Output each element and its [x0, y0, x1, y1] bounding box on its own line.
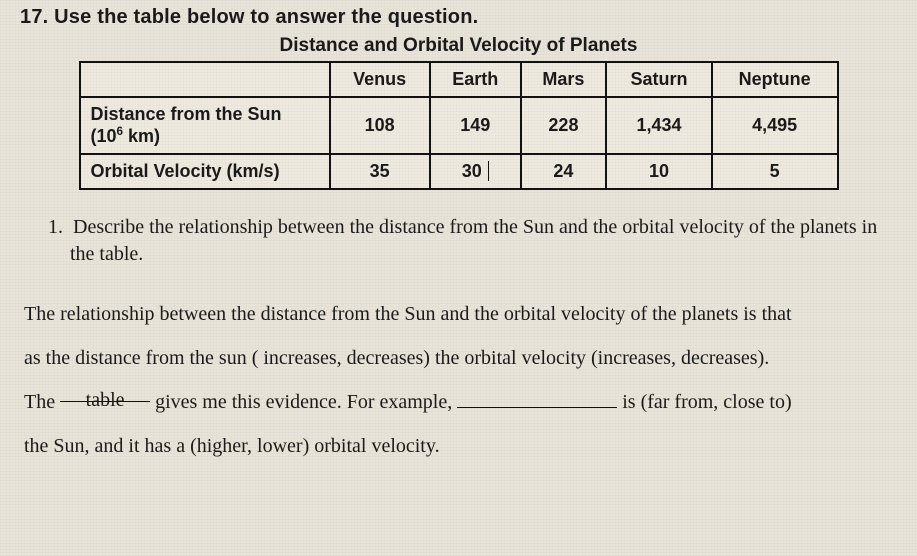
- blank-evidence-source[interactable]: table: [60, 380, 150, 402]
- data-table: Venus Earth Mars Saturn Neptune Distance…: [79, 61, 839, 190]
- fill-line-4: the Sun, and it has a (higher, lower) or…: [24, 424, 893, 468]
- text-cursor-icon: [488, 161, 489, 181]
- table-cell: 149: [430, 97, 521, 154]
- table-cell: 228: [521, 97, 607, 154]
- fill-line-3: The table gives me this evidence. For ex…: [24, 380, 893, 424]
- col-header: Venus: [330, 62, 430, 97]
- col-header: Neptune: [712, 62, 838, 97]
- blank-example-planet[interactable]: [457, 386, 617, 408]
- table-cell: 1,434: [606, 97, 712, 154]
- table-cell: 35: [330, 154, 430, 189]
- cell-value: 30: [462, 161, 482, 181]
- table-cell-with-cursor[interactable]: 30: [430, 154, 521, 189]
- fill-line-3-mid: gives me this evidence. For example,: [150, 391, 457, 413]
- sub-question-text: Describe the relationship between the di…: [70, 216, 877, 265]
- col-header: Earth: [430, 62, 521, 97]
- col-header: Mars: [521, 62, 607, 97]
- table-cell: 5: [712, 154, 838, 189]
- fill-line-3-pre: The: [24, 391, 60, 413]
- fill-line-3-post: is (far from, close to): [617, 391, 791, 413]
- sub-question-number: 1.: [48, 216, 63, 238]
- question-heading: 17. Use the table below to answer the qu…: [20, 6, 897, 29]
- table-header-row: Venus Earth Mars Saturn Neptune: [80, 62, 838, 97]
- fill-line-2: as the distance from the sun ( increases…: [24, 336, 893, 380]
- row-label-text: Distance from the Sun(106 km): [91, 104, 282, 146]
- table-row: Orbital Velocity (km/s) 35 30 24 10 5: [80, 154, 838, 189]
- sub-question: 1. Describe the relationship between the …: [48, 214, 887, 268]
- table-cell: 10: [606, 154, 712, 189]
- table-cell: 4,495: [712, 97, 838, 154]
- col-header: Saturn: [606, 62, 712, 97]
- row-label-distance: Distance from the Sun(106 km): [80, 97, 330, 154]
- blank-value: table: [86, 389, 125, 411]
- table-cell: 24: [521, 154, 607, 189]
- table-cell: 108: [330, 97, 430, 154]
- fill-line-1: The relationship between the distance fr…: [24, 292, 893, 336]
- table-row: Distance from the Sun(106 km) 108 149 22…: [80, 97, 838, 154]
- table-title: Distance and Orbital Velocity of Planets: [20, 35, 897, 57]
- row-label-velocity: Orbital Velocity (km/s): [80, 154, 330, 189]
- table-header-empty: [80, 62, 330, 97]
